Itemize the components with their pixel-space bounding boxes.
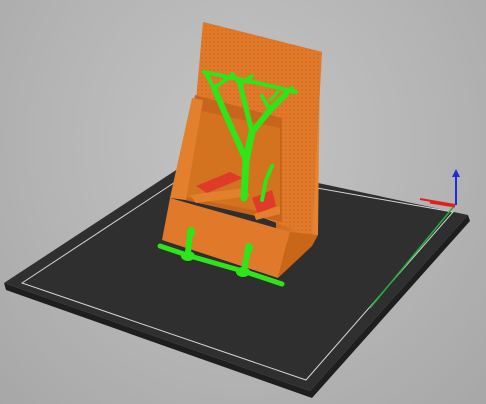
scene-canvas[interactable]: [0, 0, 486, 404]
z-axis-arrow-icon: [452, 169, 460, 177]
x-axis-origin-line: [429, 200, 456, 208]
support-knob-right: [245, 243, 253, 253]
support-knob-left: [187, 227, 195, 237]
support-foot-pad-right: [236, 267, 250, 277]
support-foot-right: [241, 247, 251, 273]
support-foot-pad-left: [181, 251, 195, 261]
3d-viewport[interactable]: [0, 0, 486, 404]
